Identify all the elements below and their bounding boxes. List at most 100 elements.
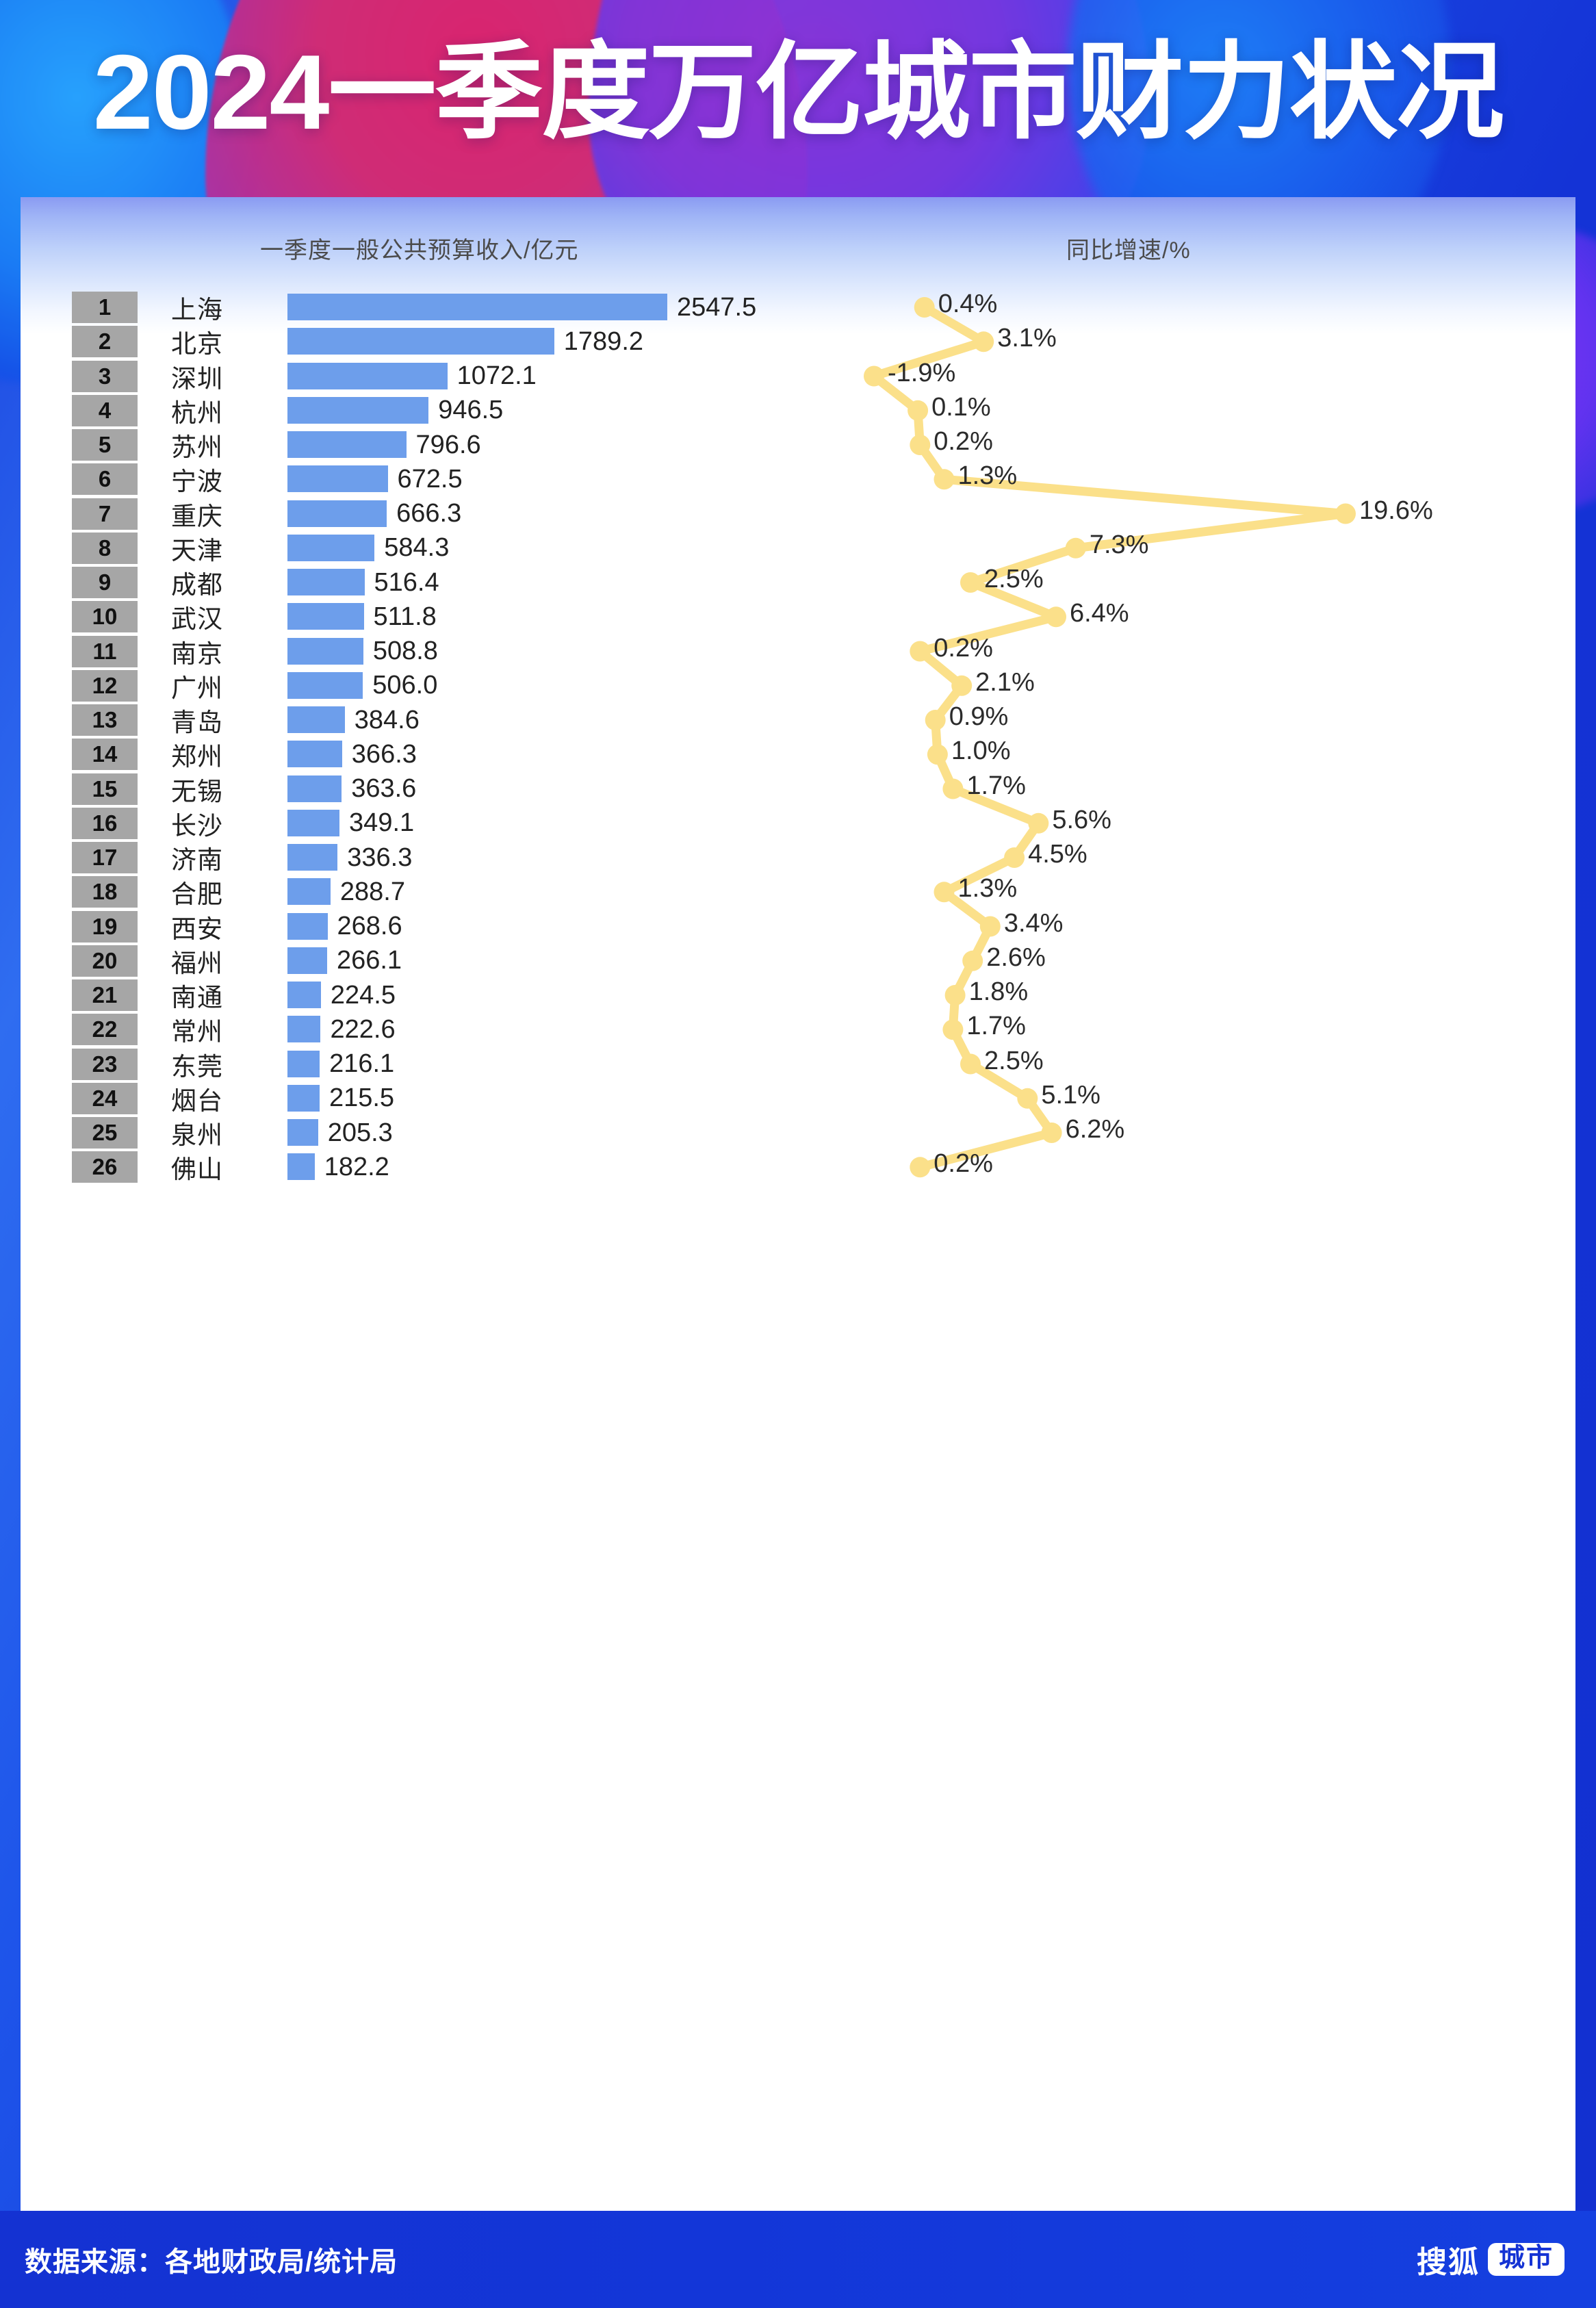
rank-badge: 25 [72, 1117, 138, 1149]
revenue-bar [287, 1153, 315, 1181]
table-row: 15 无锡 363.6 [21, 772, 1575, 806]
rank-badge: 8 [72, 532, 138, 564]
revenue-bar [287, 396, 429, 424]
rank-badge: 11 [72, 635, 138, 667]
brand-name-text: 搜狐 [1416, 2246, 1480, 2279]
revenue-bar [287, 1119, 318, 1146]
city-name: 南京 [171, 639, 223, 668]
revenue-bar [287, 844, 338, 871]
table-row: 11 南京 508.8 [21, 634, 1575, 669]
rank-badge: 2 [72, 326, 138, 358]
revenue-value-label: 2547.5 [677, 292, 757, 322]
table-row: 14 郑州 366.3 [21, 737, 1575, 771]
revenue-value-label: 1072.1 [456, 361, 537, 390]
growth-value-label: 1.0% [951, 736, 1011, 766]
table-row: 9 成都 516.4 [21, 565, 1575, 600]
growth-value-label: 6.4% [1069, 599, 1129, 628]
rank-badge: 5 [72, 429, 138, 461]
revenue-value-label: 182.2 [324, 1152, 389, 1181]
rank-badge: 7 [72, 498, 138, 530]
city-name: 上海 [171, 296, 223, 324]
rank-badge: 20 [72, 945, 138, 977]
rank-badge: 14 [72, 739, 138, 771]
brand-logo: 搜狐 城市 [1417, 2238, 1565, 2281]
city-name: 济南 [171, 846, 223, 874]
table-row: 21 南通 224.5 [21, 978, 1575, 1012]
table-row: 22 常州 222.6 [21, 1012, 1575, 1047]
revenue-bar [287, 982, 321, 1008]
city-name: 武汉 [171, 605, 223, 634]
revenue-value-label: 215.5 [329, 1084, 395, 1113]
city-name: 泉州 [171, 1121, 223, 1149]
city-name: 北京 [171, 330, 223, 359]
table-row: 23 东莞 216.1 [21, 1047, 1575, 1081]
table-row: 20 福州 266.1 [21, 944, 1575, 978]
revenue-bar [287, 1050, 320, 1077]
revenue-value-label: 946.5 [438, 396, 504, 425]
table-row: 8 天津 584.3 [21, 531, 1575, 565]
revenue-value-label: 216.1 [329, 1049, 395, 1078]
city-name: 烟台 [171, 1086, 223, 1115]
revenue-bar [287, 362, 448, 389]
growth-value-label: 5.1% [1041, 1080, 1101, 1110]
city-name: 苏州 [171, 433, 223, 461]
revenue-value-label: 1789.2 [563, 326, 644, 356]
revenue-value-label: 516.4 [374, 567, 439, 597]
table-row: 4 杭州 946.5 [21, 394, 1575, 428]
revenue-bar [287, 294, 667, 320]
growth-value-label: 0.2% [934, 1149, 993, 1179]
city-name: 东莞 [171, 1052, 223, 1081]
growth-value-label: 4.5% [1028, 840, 1087, 869]
brand-tag-badge: 城市 [1487, 2242, 1565, 2277]
city-name: 青岛 [171, 708, 223, 736]
table-row: 5 苏州 796.6 [21, 428, 1575, 462]
table-row: 19 西安 268.6 [21, 910, 1575, 944]
growth-value-label: 7.3% [1089, 530, 1149, 559]
growth-value-label: 2.6% [986, 943, 1046, 972]
table-row: 13 青岛 384.6 [21, 703, 1575, 737]
city-name: 南通 [171, 984, 223, 1012]
revenue-value-label: 366.3 [351, 739, 417, 769]
city-name: 长沙 [171, 811, 223, 840]
rank-badge: 26 [72, 1151, 138, 1183]
revenue-bar [287, 637, 363, 665]
footer-bar: 数据来源：各地财政局/统计局 搜狐 城市 [0, 2211, 1596, 2308]
growth-value-label: 0.4% [938, 290, 998, 318]
growth-value-label: 0.2% [934, 427, 993, 456]
revenue-value-label: 666.3 [396, 499, 462, 528]
revenue-bar [287, 775, 342, 802]
rank-badge: 18 [72, 876, 138, 908]
growth-value-label: 2.1% [975, 667, 1035, 697]
ranking-rows: 1 上海 2547.5 2 北京 1789.2 3 深圳 1072.1 4 杭州 946.5 5 苏州 79… [21, 197, 1575, 2211]
city-name: 杭州 [171, 398, 223, 427]
city-name: 深圳 [171, 364, 223, 393]
rank-badge: 24 [72, 1082, 138, 1114]
revenue-value-label: 224.5 [330, 980, 396, 1010]
table-row: 7 重庆 666.3 [21, 497, 1575, 531]
city-name: 常州 [171, 1018, 223, 1047]
data-source-text: 数据来源：各地财政局/统计局 [25, 2247, 398, 2277]
revenue-value-label: 384.6 [354, 705, 420, 734]
growth-value-label: 3.4% [1003, 908, 1064, 938]
revenue-bar [287, 431, 407, 458]
rank-badge: 3 [72, 360, 138, 392]
table-row: 3 深圳 1072.1 [21, 359, 1575, 394]
rank-badge: 15 [72, 773, 138, 805]
table-row: 10 武汉 511.8 [21, 600, 1575, 634]
rank-badge: 23 [72, 1048, 138, 1080]
revenue-value-label: 584.3 [384, 533, 450, 563]
rank-badge: 12 [72, 669, 138, 702]
growth-value-label: 0.9% [949, 702, 1009, 731]
table-row: 2 北京 1789.2 [21, 324, 1575, 359]
growth-value-label: 5.6% [1052, 805, 1111, 834]
revenue-value-label: 205.3 [327, 1118, 393, 1147]
revenue-bar [287, 603, 364, 630]
growth-value-label: 1.3% [957, 461, 1018, 491]
revenue-bar [287, 947, 327, 974]
revenue-value-label: 266.1 [336, 946, 402, 975]
city-name: 天津 [171, 536, 223, 565]
revenue-value-label: 288.7 [339, 877, 405, 906]
growth-value-label: 1.3% [957, 874, 1018, 903]
city-name: 宁波 [171, 467, 223, 496]
city-name: 重庆 [171, 502, 223, 530]
